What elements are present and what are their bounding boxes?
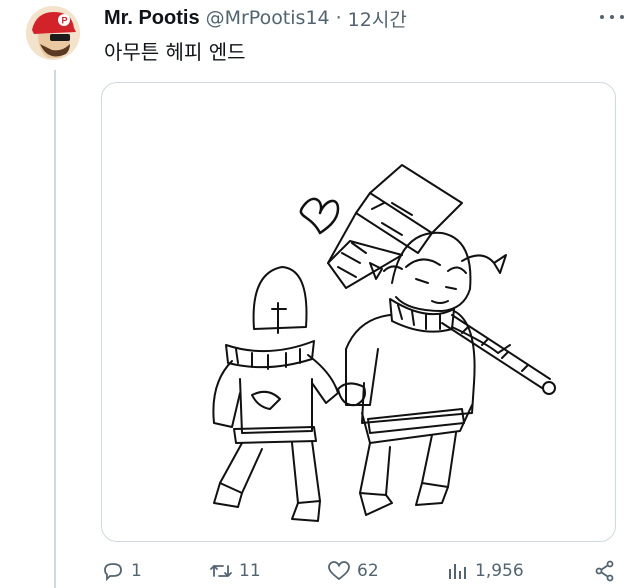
drawing-image xyxy=(212,164,556,522)
views-chart-icon xyxy=(449,564,466,579)
thread-connector-line xyxy=(54,70,56,588)
tweet-media[interactable] xyxy=(101,82,616,542)
more-options-icon[interactable] xyxy=(600,8,624,26)
views-button[interactable]: 1,956 xyxy=(445,555,524,587)
like-button[interactable]: 62 xyxy=(327,555,379,587)
heart-icon xyxy=(328,561,350,581)
user-handle[interactable]: @MrPootis14 xyxy=(206,7,330,29)
avatar[interactable]: P xyxy=(26,6,80,60)
share-icon xyxy=(595,560,614,582)
tweet-actions: 1 11 62 1,956 xyxy=(101,555,621,587)
svg-text:P: P xyxy=(62,16,68,26)
retweet-count: 11 xyxy=(239,561,261,581)
view-count: 1,956 xyxy=(475,561,524,581)
retweet-button[interactable]: 11 xyxy=(209,555,261,587)
retweet-icon xyxy=(210,565,232,577)
tweet-text: 아무튼 헤피 엔드 xyxy=(104,40,246,64)
separator-dot: · xyxy=(335,7,342,29)
timestamp[interactable]: 12시간 xyxy=(348,5,407,32)
display-name[interactable]: Mr. Pootis xyxy=(104,7,200,30)
like-count: 62 xyxy=(357,561,379,581)
share-button[interactable] xyxy=(593,555,617,587)
reply-icon xyxy=(104,563,122,582)
avatar-image: P xyxy=(26,6,80,60)
reply-count: 1 xyxy=(131,561,142,581)
reply-button[interactable]: 1 xyxy=(101,555,142,587)
tweet-header: Mr. Pootis @MrPootis14 · 12시간 xyxy=(104,4,640,32)
